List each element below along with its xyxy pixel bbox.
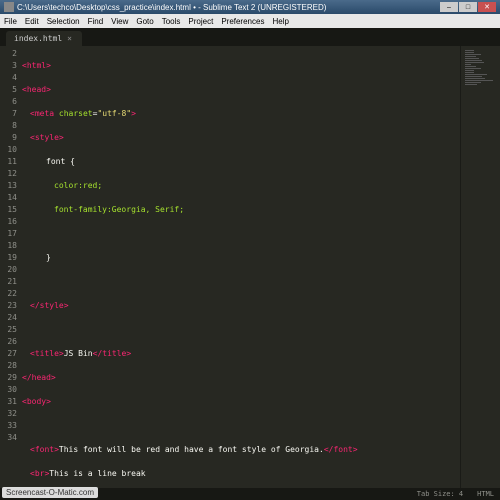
line-number: 17 xyxy=(0,228,17,240)
line-number: 18 xyxy=(0,240,17,252)
line-number: 3 xyxy=(0,60,17,72)
menu-edit[interactable]: Edit xyxy=(25,17,39,26)
minimap[interactable] xyxy=(460,46,500,488)
menu-goto[interactable]: Goto xyxy=(136,17,153,26)
editor-area: 2345678910111213141516171819202122232425… xyxy=(0,46,500,488)
line-number: 30 xyxy=(0,384,17,396)
line-number: 2 xyxy=(0,48,17,60)
line-number: 12 xyxy=(0,168,17,180)
line-number: 32 xyxy=(0,408,17,420)
line-number: 28 xyxy=(0,360,17,372)
line-number: 24 xyxy=(0,312,17,324)
line-number: 27 xyxy=(0,348,17,360)
tab-bar: index.html × xyxy=(0,28,500,46)
line-gutter: 2345678910111213141516171819202122232425… xyxy=(0,46,22,488)
tab-index-html[interactable]: index.html × xyxy=(6,31,82,46)
app-icon xyxy=(4,2,14,12)
menu-tools[interactable]: Tools xyxy=(162,17,181,26)
menu-selection[interactable]: Selection xyxy=(47,17,80,26)
line-number: 11 xyxy=(0,156,17,168)
menubar: File Edit Selection Find View Goto Tools… xyxy=(0,14,500,28)
tab-label: index.html xyxy=(14,34,62,43)
menu-help[interactable]: Help xyxy=(272,17,288,26)
line-number: 21 xyxy=(0,276,17,288)
line-number: 23 xyxy=(0,300,17,312)
line-number: 22 xyxy=(0,288,17,300)
line-number: 9 xyxy=(0,132,17,144)
menu-project[interactable]: Project xyxy=(188,17,213,26)
close-button[interactable]: ✕ xyxy=(478,2,496,12)
menu-file[interactable]: File xyxy=(4,17,17,26)
status-language[interactable]: HTML xyxy=(477,490,494,498)
line-number: 20 xyxy=(0,264,17,276)
line-number: 25 xyxy=(0,324,17,336)
line-number: 7 xyxy=(0,108,17,120)
watermark: Screencast-O-Matic.com xyxy=(2,487,98,498)
menu-find[interactable]: Find xyxy=(88,17,104,26)
line-number: 13 xyxy=(0,180,17,192)
line-number: 5 xyxy=(0,84,17,96)
line-number: 16 xyxy=(0,216,17,228)
menu-preferences[interactable]: Preferences xyxy=(221,17,264,26)
title-app: - Sublime Text 2 (UNREGISTERED) xyxy=(198,3,326,12)
status-tabsize[interactable]: Tab Size: 4 xyxy=(417,490,463,498)
line-number: 10 xyxy=(0,144,17,156)
line-number: 29 xyxy=(0,372,17,384)
line-number: 19 xyxy=(0,252,17,264)
menu-view[interactable]: View xyxy=(111,17,128,26)
line-number: 6 xyxy=(0,96,17,108)
title-path: C:\Users\techco\Desktop\css_practice\ind… xyxy=(17,3,196,12)
minimize-button[interactable]: – xyxy=(440,2,458,12)
close-icon[interactable]: × xyxy=(67,34,72,43)
line-number: 15 xyxy=(0,204,17,216)
line-number: 8 xyxy=(0,120,17,132)
line-number: 33 xyxy=(0,420,17,432)
maximize-button[interactable]: □ xyxy=(459,2,477,12)
line-number: 34 xyxy=(0,432,17,444)
line-number: 4 xyxy=(0,72,17,84)
code-area[interactable]: <html> <head> <meta charset="utf-8"> <st… xyxy=(22,46,460,488)
window-titlebar: C:\Users\techco\Desktop\css_practice\ind… xyxy=(0,0,500,14)
line-number: 26 xyxy=(0,336,17,348)
line-number: 14 xyxy=(0,192,17,204)
line-number: 31 xyxy=(0,396,17,408)
